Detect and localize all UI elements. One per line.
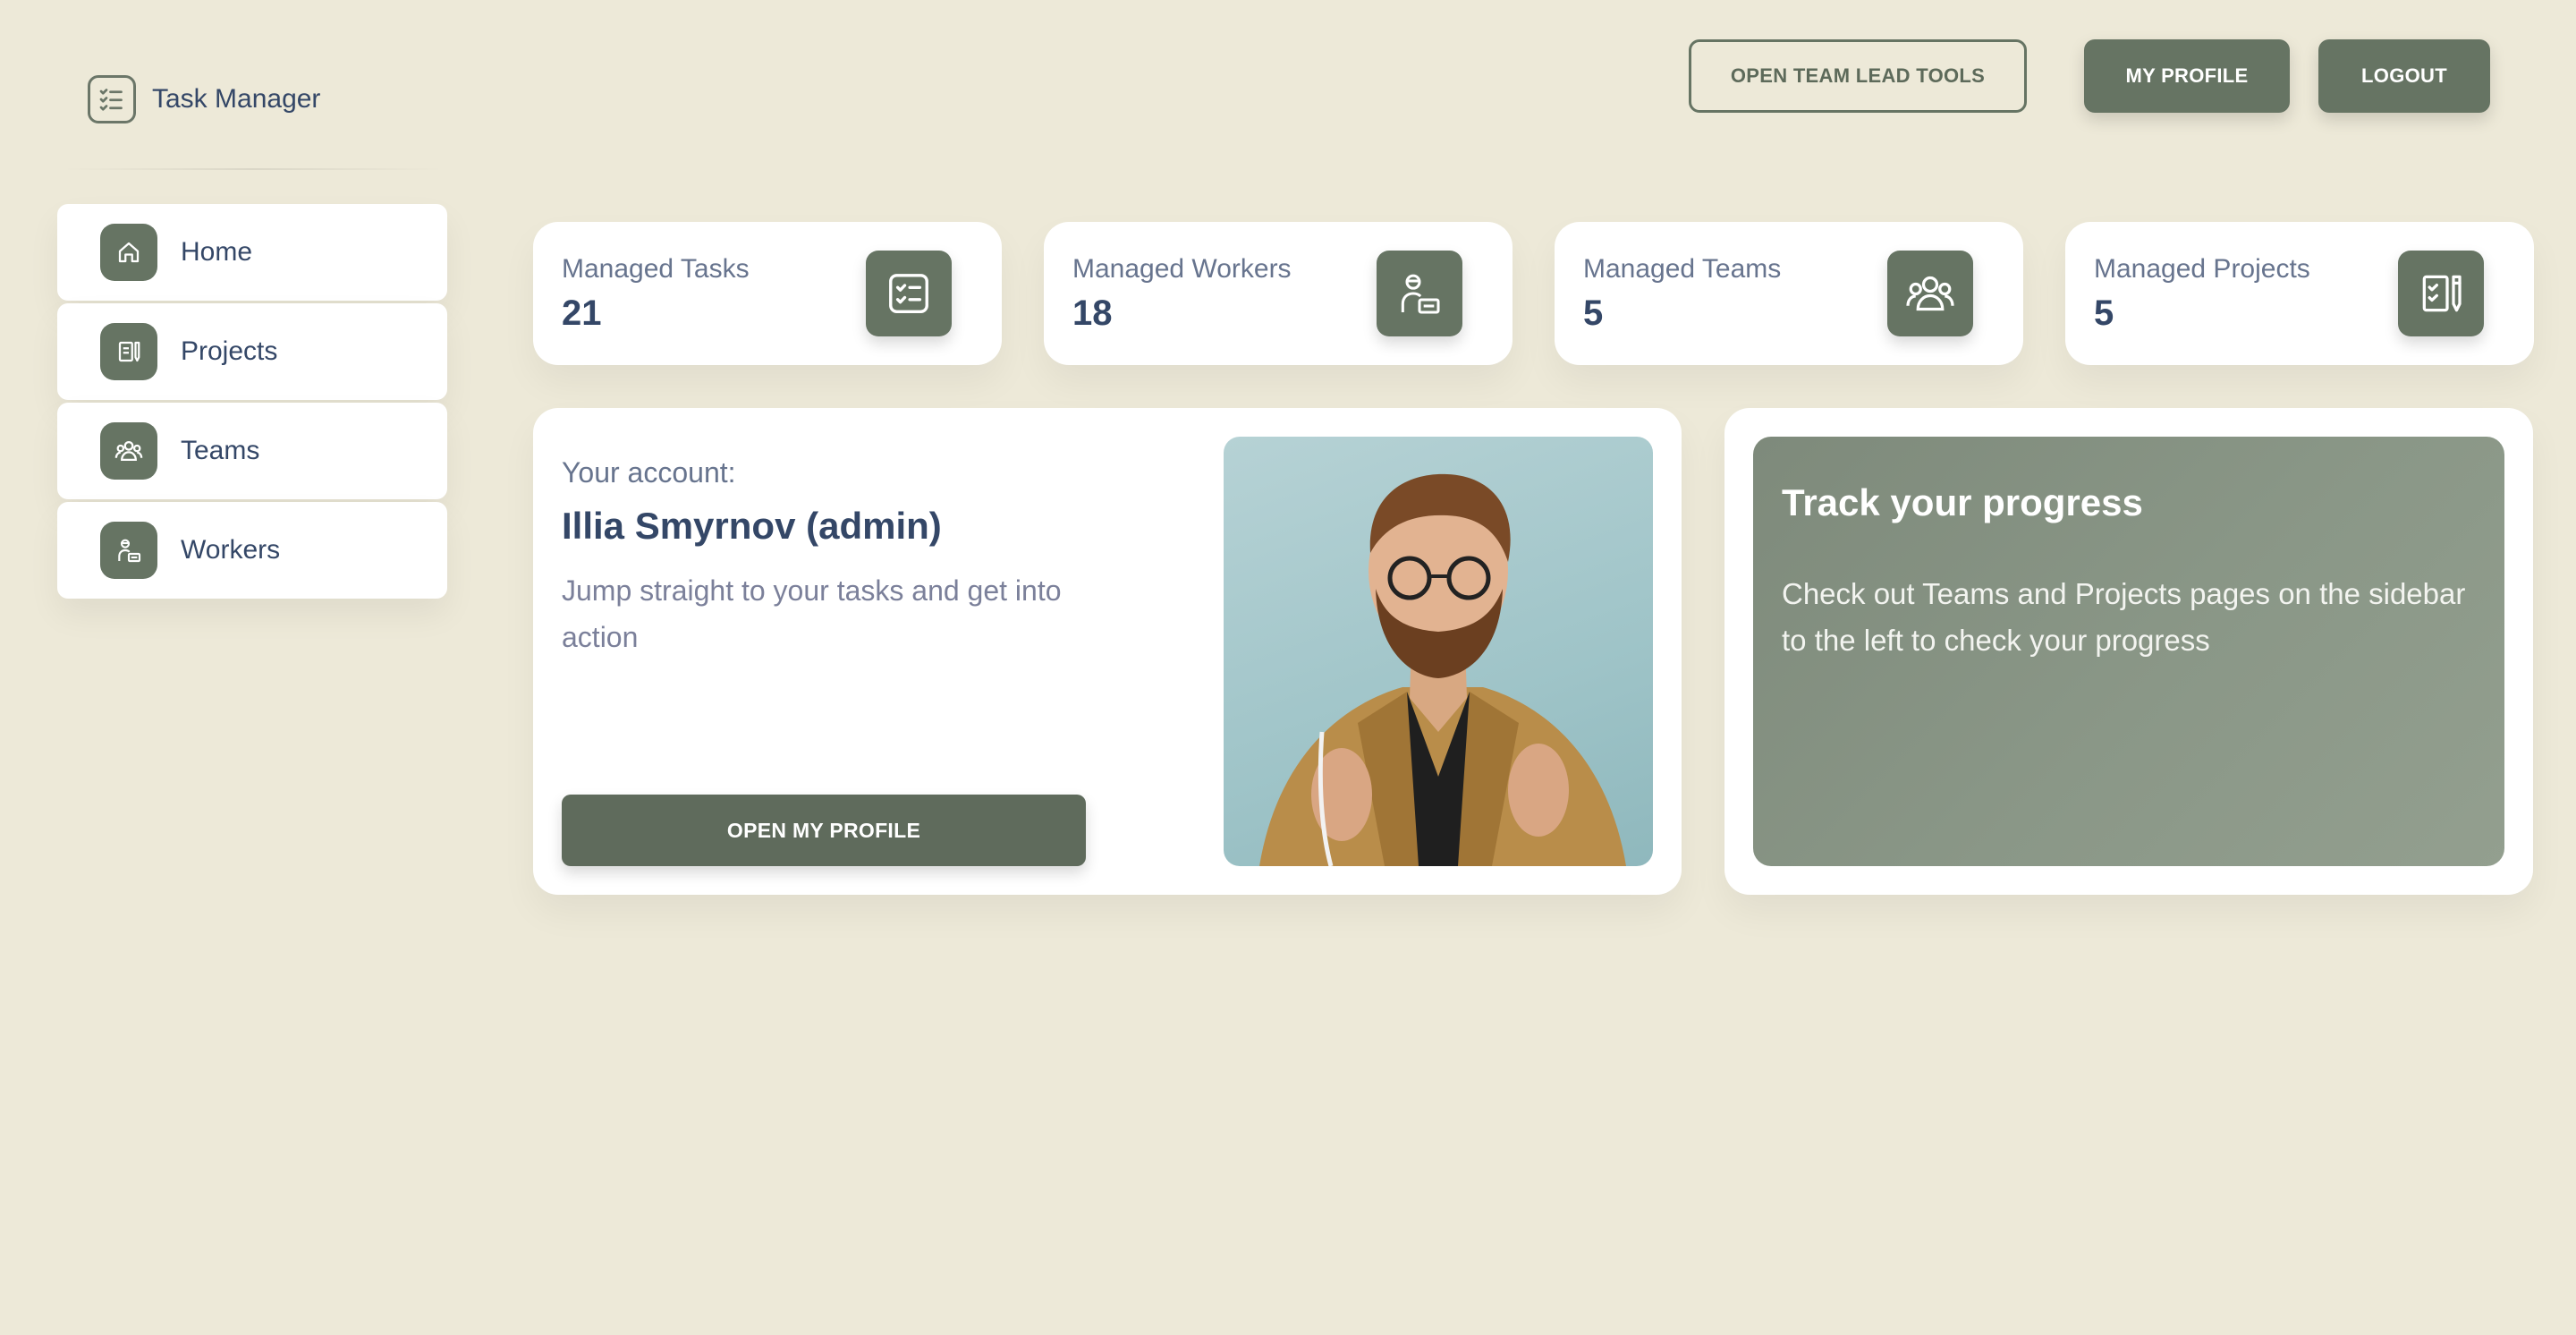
open-team-lead-tools-button[interactable]: OPEN TEAM LEAD TOOLS	[1689, 39, 2027, 113]
sidebar-item-label: Teams	[181, 436, 260, 465]
account-name: Illia Smyrnov (admin)	[562, 505, 942, 547]
worker-icon	[100, 522, 157, 579]
stat-card-workers: Managed Workers 18	[1044, 222, 1513, 365]
stat-card-projects: Managed Projects 5	[2065, 222, 2534, 365]
account-card: Your account: Illia Smyrnov (admin) Jump…	[533, 408, 1682, 895]
stat-label: Managed Tasks	[562, 254, 750, 284]
stat-card-teams: Managed Teams 5	[1555, 222, 2023, 365]
sidebar-item-projects[interactable]: Projects	[57, 303, 447, 400]
account-kicker: Your account:	[562, 456, 736, 489]
sidebar-item-workers[interactable]: Workers	[57, 502, 447, 599]
sidebar-item-teams[interactable]: Teams	[57, 403, 447, 499]
my-profile-button[interactable]: MY PROFILE	[2084, 39, 2290, 113]
home-icon	[100, 224, 157, 281]
profile-photo	[1224, 437, 1653, 866]
app-title: Task Manager	[152, 84, 321, 114]
stat-value: 5	[2094, 293, 2114, 333]
projects-icon	[100, 323, 157, 380]
stat-value: 18	[1072, 293, 1113, 333]
open-my-profile-button[interactable]: OPEN MY PROFILE	[562, 795, 1086, 866]
account-description: Jump straight to your tasks and get into…	[562, 574, 1062, 653]
stat-label: Managed Teams	[1583, 254, 1782, 284]
tasks-icon	[866, 251, 952, 336]
logout-button[interactable]: LOGOUT	[2318, 39, 2490, 113]
sidebar-nav: Home Projects Teams Workers	[57, 204, 447, 601]
sidebar-item-home[interactable]: Home	[57, 204, 447, 301]
stat-value: 21	[562, 293, 602, 333]
stat-value: 5	[1583, 293, 1604, 333]
stat-label: Managed Projects	[2094, 254, 2310, 284]
brand[interactable]: Task Manager	[88, 75, 320, 123]
sidebar-divider	[63, 168, 444, 170]
sidebar-item-label: Projects	[181, 336, 278, 366]
teams-icon	[1887, 251, 1973, 336]
stat-label: Managed Workers	[1072, 254, 1292, 284]
checklist-icon	[88, 75, 136, 123]
progress-text: Check out Teams and Projects pages on th…	[1782, 577, 2466, 657]
stat-card-tasks: Managed Tasks 21	[533, 222, 1002, 365]
progress-title: Track your progress	[1782, 481, 2143, 523]
sidebar-item-label: Workers	[181, 535, 281, 565]
projects-icon	[2398, 251, 2484, 336]
progress-card: Track your progress Check out Teams and …	[1724, 408, 2533, 895]
progress-panel: Track your progress Check out Teams and …	[1753, 437, 2504, 866]
worker-icon	[1377, 251, 1462, 336]
sidebar-item-label: Home	[181, 237, 253, 267]
teams-icon	[100, 422, 157, 480]
